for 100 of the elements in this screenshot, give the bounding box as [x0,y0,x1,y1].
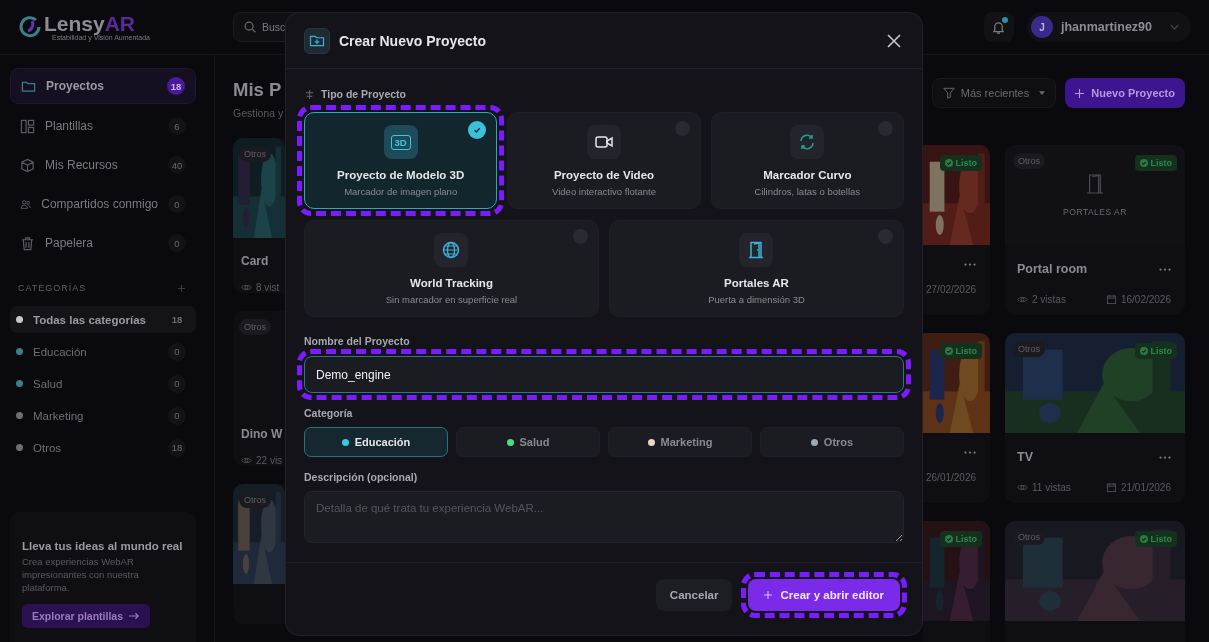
plus-icon [1075,88,1085,98]
more-icon[interactable] [1159,267,1171,271]
bell-icon [991,19,1007,35]
eye-icon [1017,294,1028,305]
new-project-button[interactable]: Nuevo Proyecto [1065,78,1185,108]
category-item[interactable]: Salud 0 [10,370,196,397]
status-badge: Listo [939,531,982,547]
status-badge: Listo [1134,343,1177,359]
sidebar-item[interactable]: Proyectos 18 [10,68,196,104]
project-title: TV [1017,450,1033,464]
project-card[interactable]: Listo [923,521,990,642]
view-count: 11 vistas [1032,482,1071,493]
project-type-option[interactable]: Marcador Curvo Cilindros, latas o botellas [710,112,904,209]
project-card[interactable]: Otros Listo TV 11 vistas 21/01/2026 [1005,333,1185,503]
project-card[interactable]: Listo 26/01/2026 [923,333,990,503]
sidebar-item[interactable]: Plantillas 6 [10,109,196,143]
caret-icon [1039,91,1046,95]
project-card[interactable]: Otros [233,484,285,624]
field-label: Nombre del Proyecto [304,335,410,347]
name-field[interactable]: Demo_engine [304,356,904,393]
category-option[interactable]: Marketing [608,427,752,457]
explore-button[interactable]: Explorar plantillas [22,604,151,629]
filter-icon [942,87,955,99]
cube-icon [20,157,35,173]
layers-icon [304,88,315,100]
more-icon[interactable] [964,451,976,454]
project-card[interactable]: PORTALES AR Otros Listo Portal room 2 vistas 16/02/2026 [1005,145,1185,315]
calendar-icon [1105,482,1117,493]
user-menu[interactable]: J jhanmartinez90 [1027,12,1191,42]
project-card[interactable]: Otros Card 8 vist [233,138,285,293]
three-d-label: 3D [390,134,411,150]
search-icon [243,20,257,34]
more-icon[interactable] [964,263,976,266]
sort-dropdown[interactable]: Más recientes [931,78,1057,108]
dialog-title: Crear Nuevo Proyecto [339,32,488,49]
view-count: 2 vistas [1032,294,1066,305]
date: 26/01/2026 [926,472,978,483]
project-type-option[interactable]: Portales AR Puerta a dimensión 3D [609,220,904,317]
category-item[interactable]: Educación 0 [10,338,196,365]
date: 21/01/2026 [1120,482,1171,493]
caret-icon [1170,24,1179,30]
category-item[interactable]: Otros 18 [10,434,196,461]
field-label: Categoría [304,407,353,419]
promo-title: Lleva tus ideas al mundo real [22,540,184,552]
status-badge: Listo [939,155,982,171]
page-title: Mis P [233,79,283,101]
check-icon [472,125,483,135]
logo-text: LensyAR [44,13,137,34]
date: 16/02/2026 [1120,294,1171,305]
project-type-option[interactable]: 3D Proyecto de Modelo 3D Marcador de imagen plano [304,112,498,209]
sidebar-item[interactable]: Papelera 0 [10,226,196,260]
view-count: 8 vist [256,282,280,293]
sidebar-item[interactable]: Compartidos conmigo 0 [10,187,196,221]
category-option[interactable]: Salud [456,427,600,457]
page-subtitle: Gestiona y [233,107,285,119]
category-option[interactable]: Educación [304,427,448,457]
promo-text: Crea experiencias WebAR impresionantes con nuestra plataforma. [22,556,140,595]
cancel-button[interactable]: Cancelar [655,579,733,611]
category-badge: Otros [1013,153,1045,169]
project-card[interactable]: Otros Listo [1005,521,1185,642]
category-item[interactable]: Marketing 0 [10,402,196,429]
project-title: Portal room [1017,262,1088,276]
category-option[interactable]: Otros [760,427,904,457]
more-icon[interactable] [1159,455,1171,459]
field-label: Tipo de Proyecto [321,88,406,100]
create-button[interactable]: Crear y abrir editor [748,579,900,611]
status-badge: Listo [1134,155,1177,171]
arrow-icon [129,612,141,621]
calendar-icon [1105,294,1117,305]
eye-icon [241,455,252,466]
sidebar-item[interactable]: Mis Recursos 40 [10,148,196,182]
project-card[interactable]: Otros Dino W 22 vis [233,311,285,466]
layout-icon [20,118,35,134]
eye-icon [1017,482,1028,493]
eye-icon [241,282,252,293]
date: 27/02/2026 [926,284,978,295]
avatar: J [1031,16,1053,38]
project-title: Dino W [241,427,284,441]
close-icon [887,33,901,48]
notifications-button[interactable] [984,12,1014,42]
status-badge: Listo [939,343,982,359]
category-badge: Otros [239,492,271,508]
status-badge: Listo [1134,531,1177,547]
globe-icon [441,240,462,260]
door-icon [1086,173,1104,195]
project-type-option[interactable]: World Tracking Sin marcador en superficie real [304,220,599,317]
logo-icon [18,15,42,39]
category-item[interactable]: Todas las categorías 18 [10,306,196,333]
trash-icon [20,235,35,251]
category-badge: Otros [239,146,271,162]
category-badge: Otros [239,319,271,335]
category-badge: Otros [1013,341,1045,357]
field-label: Descripción (opcional) [304,471,418,483]
view-count: 22 vis [256,455,283,466]
thumbnail-label: PORTALES AR [1063,207,1127,217]
project-title: Card [241,254,270,268]
folder-plus-icon [304,27,330,54]
section-title: CATEGORÍAS [18,283,87,293]
project-type-option[interactable]: Proyecto de Video Video interactivo flotante [507,112,701,209]
project-card[interactable]: Listo 27/02/2026 [923,145,990,315]
